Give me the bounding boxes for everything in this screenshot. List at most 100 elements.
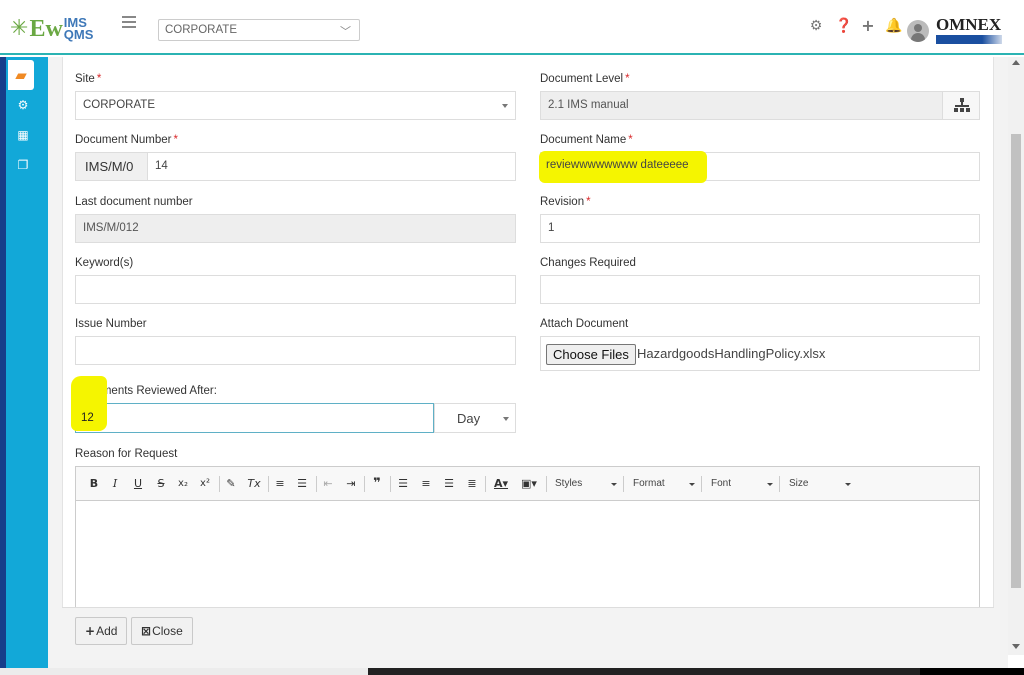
align-justify-icon[interactable]: ≣ <box>465 476 479 492</box>
site-label: Site * <box>75 73 102 85</box>
user-avatar[interactable] <box>907 20 929 42</box>
size-dropdown[interactable]: Size <box>789 476 853 492</box>
chevron-down-icon: ﹀ <box>340 26 351 38</box>
subscript-button[interactable]: x₂ <box>175 476 191 492</box>
last-document-number-field: IMS/M/012 <box>75 214 516 243</box>
changes-required-input[interactable] <box>540 275 980 304</box>
indent-icon[interactable]: ⇥ <box>344 476 358 492</box>
choose-files-button[interactable]: Choose Files <box>546 344 636 365</box>
scroll-down-icon[interactable] <box>1012 644 1020 649</box>
document-name-label: Document Name * <box>540 134 633 146</box>
toolbar-separator <box>485 476 486 492</box>
caret-down-icon <box>503 417 509 421</box>
sidebar: ▰ ⚙ ▦ ❐ <box>0 57 48 668</box>
styles-dropdown-label: Styles <box>555 478 583 489</box>
issue-number-label: Issue Number <box>75 318 147 330</box>
gear-icon[interactable]: ⚙ <box>808 18 824 34</box>
underline-button[interactable]: U <box>132 476 144 492</box>
toolbar-separator <box>268 476 269 492</box>
font-dropdown-label: Font <box>711 478 732 489</box>
review-days-input[interactable] <box>75 403 434 433</box>
document-level-label: Document Level * <box>540 73 630 85</box>
revision-input[interactable]: 1 <box>540 214 980 243</box>
omnex-brand-bar <box>936 35 1002 44</box>
copy-icon[interactable]: ❐ <box>12 155 34 175</box>
logo-star-icon: ✳ <box>10 16 29 41</box>
changes-required-label: Changes Required <box>540 257 636 269</box>
form-footer <box>62 607 994 655</box>
keywords-label: Keyword(s) <box>75 257 134 269</box>
logo-qms-text: QMS <box>63 27 94 42</box>
ewqms-logo[interactable]: ✳ Ew IMS QMS <box>10 14 93 44</box>
caret-down-icon <box>611 483 617 486</box>
format-dropdown[interactable]: Format <box>633 476 697 492</box>
blockquote-button[interactable]: ❞ <box>370 476 384 492</box>
bell-icon[interactable]: 🔔 <box>885 18 902 34</box>
size-dropdown-label: Size <box>789 478 809 489</box>
styles-dropdown[interactable]: Styles <box>555 476 619 492</box>
revision-label: Revision * <box>540 196 591 208</box>
italic-button[interactable]: I <box>109 476 121 492</box>
superscript-button[interactable]: x² <box>197 476 213 492</box>
document-number-value: 14 <box>155 160 168 172</box>
document-number-input[interactable]: 14 <box>147 152 516 181</box>
numbered-list-icon[interactable]: ≡ <box>273 476 287 492</box>
header-site-select[interactable]: CORPORATE ﹀ <box>158 19 360 41</box>
background-color-icon[interactable]: ▣▾ <box>518 476 540 492</box>
document-level-field[interactable]: 2.1 IMS manual <box>540 91 943 120</box>
scrollbar[interactable] <box>1008 57 1024 655</box>
review-unit-select[interactable]: Day <box>434 403 516 433</box>
close-icon: ⊠ <box>141 624 152 638</box>
bullet-list-icon[interactable]: ☰ <box>295 476 309 492</box>
review-days-value: 12 <box>81 412 94 424</box>
scroll-up-icon[interactable] <box>1012 60 1020 65</box>
strikethrough-button[interactable]: S <box>155 476 167 492</box>
copy-format-icon[interactable]: ✎ <box>224 476 238 492</box>
remove-format-icon[interactable]: Tx <box>246 476 262 492</box>
bold-button[interactable]: B <box>88 476 100 492</box>
plus-icon[interactable]: + <box>860 18 876 34</box>
toolbar-separator <box>546 476 547 492</box>
text-color-icon[interactable]: A▾ <box>490 476 512 492</box>
building-icon[interactable]: ▦ <box>12 125 34 145</box>
caret-down-icon <box>689 483 695 486</box>
outdent-icon[interactable]: ⇤ <box>321 476 335 492</box>
align-left-icon[interactable]: ☰ <box>396 476 410 492</box>
reason-editor: B I U S x₂ x² ✎ Tx ≡ ☰ ⇤ ⇥ ❞ ☰ ≡ ☰ ≣ A▾ … <box>75 466 980 608</box>
issue-number-input[interactable] <box>75 336 516 365</box>
align-center-icon[interactable]: ≡ <box>419 476 433 492</box>
sidebar-edge <box>0 57 6 668</box>
close-button[interactable]: ⊠Close <box>131 617 193 645</box>
omnex-logo: OMNEX <box>936 16 1002 44</box>
review-unit-value: Day <box>457 411 481 426</box>
site-value: CORPORATE <box>83 99 155 111</box>
keywords-input[interactable] <box>75 275 516 304</box>
help-icon[interactable]: ❓ <box>835 18 852 34</box>
document-number-label: Document Number * <box>75 134 178 146</box>
documents-icon[interactable]: ▰ <box>8 60 34 90</box>
toolbar-separator <box>779 476 780 492</box>
site-select[interactable]: CORPORATE <box>75 91 516 120</box>
format-dropdown-label: Format <box>633 478 665 489</box>
caret-down-icon <box>845 483 851 486</box>
last-document-number-value: IMS/M/012 <box>83 222 139 234</box>
caret-down-icon <box>502 104 508 108</box>
toolbar-separator <box>623 476 624 492</box>
omnex-brand-text: OMNEX <box>936 15 1002 34</box>
hamburger-menu-icon[interactable] <box>122 16 136 30</box>
revision-value: 1 <box>548 222 555 234</box>
settings-gears-icon[interactable]: ⚙ <box>12 95 34 115</box>
last-document-number-label: Last document number <box>75 196 193 208</box>
logo-main-text: Ew <box>29 15 63 42</box>
toolbar-separator <box>390 476 391 492</box>
font-dropdown[interactable]: Font <box>711 476 775 492</box>
logo-stack: IMS QMS <box>63 16 94 42</box>
hierarchy-tree-icon[interactable] <box>942 91 980 120</box>
add-button[interactable]: +Add <box>75 617 128 645</box>
align-right-icon[interactable]: ☰ <box>442 476 456 492</box>
editor-content-area[interactable] <box>76 502 979 607</box>
document-name-value: reviewwwwwwww dateeeee <box>546 159 689 171</box>
header-site-value: CORPORATE <box>165 24 237 36</box>
toolbar-separator <box>316 476 317 492</box>
scroll-thumb[interactable] <box>1011 134 1021 588</box>
